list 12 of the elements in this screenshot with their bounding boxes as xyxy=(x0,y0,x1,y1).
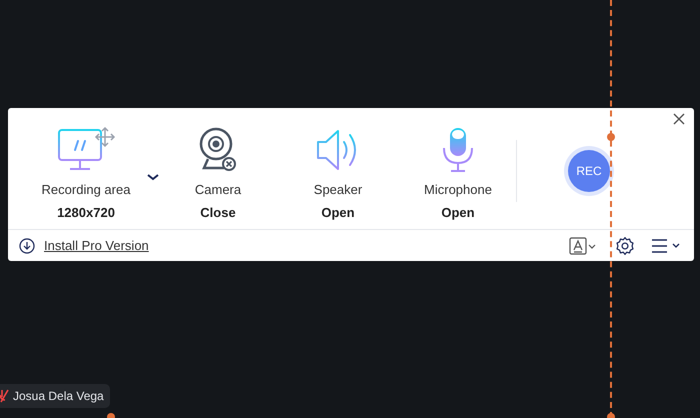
device-button[interactable]: Camera Close xyxy=(158,126,278,222)
install-link[interactable]: Install Pro Version xyxy=(44,236,149,256)
chevron-down-icon[interactable] xyxy=(146,172,160,182)
device-button[interactable]: Microphone Open xyxy=(398,126,518,222)
microphone-icon xyxy=(440,126,476,174)
settings-icon[interactable] xyxy=(615,236,635,256)
close-icon[interactable] xyxy=(673,113,685,125)
participant-name: Josua Dela Vega xyxy=(13,388,104,405)
download-icon xyxy=(19,238,35,254)
device-button[interactable]: Recording area 1280x720 xyxy=(26,126,146,222)
record-button[interactable]: REC xyxy=(568,150,610,192)
device-button[interactable]: Speaker Open xyxy=(278,126,398,222)
